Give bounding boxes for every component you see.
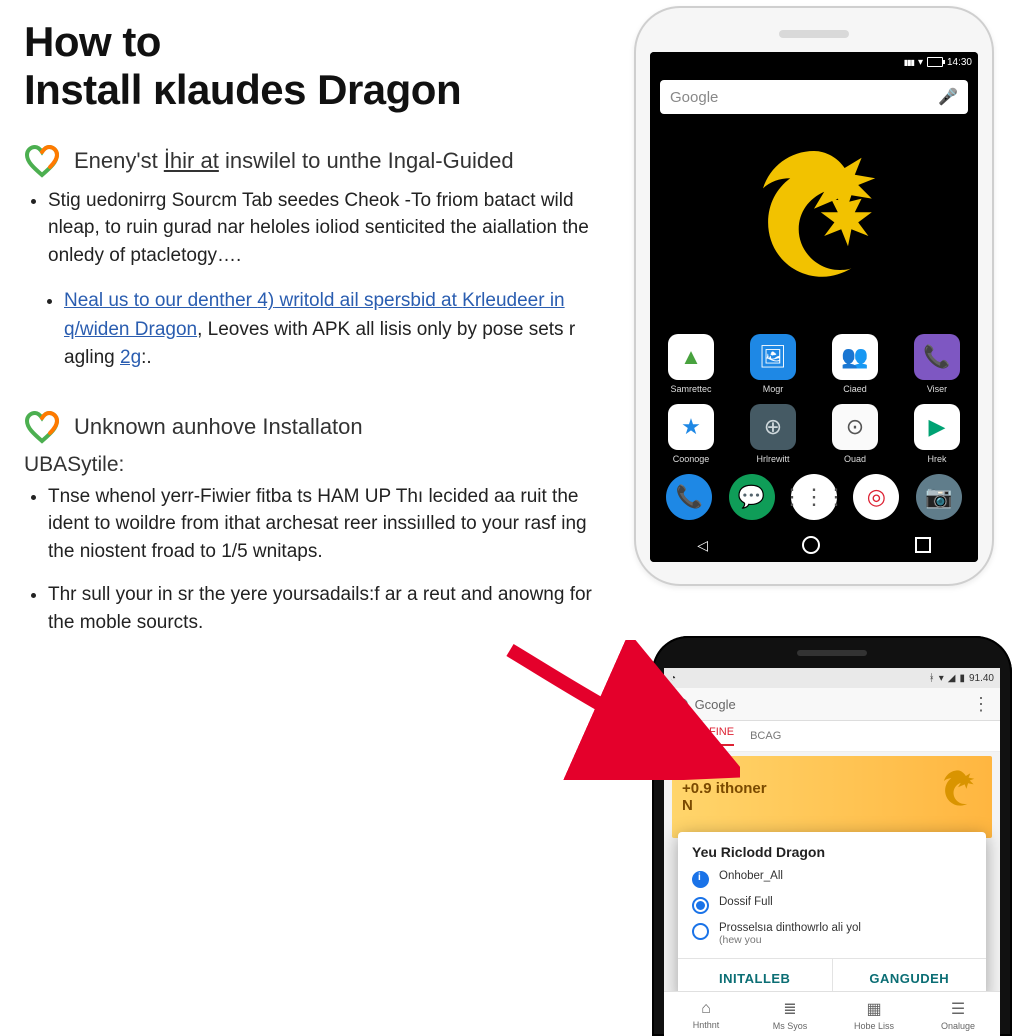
app-icon: ⊕ [750,404,796,450]
kebab-menu-icon[interactable]: ⋮ [972,694,990,715]
status-time: 91.40 [969,673,994,684]
app-shortcut[interactable]: ▶ Hrek [906,404,968,464]
app-shortcut[interactable]: 🖼 Mogr [742,334,804,394]
tray-chrome-icon[interactable]: ◎ [853,474,899,520]
tray-dialer-icon[interactable]: 📞 [666,474,712,520]
app-icon: ★ [668,404,714,450]
mic-icon[interactable]: 🎤 [938,87,958,107]
step2-heading: Unknown aunhove Installaton [74,414,363,440]
app-shortcut[interactable]: 👥 Ciaed [824,334,886,394]
tray-messages-icon[interactable]: 💬 [729,474,775,520]
phone-screen: ▾ 14:30 Google 🎤 ▲ Samrettec 🖼 Mogr 👥 Ciaed 📞 V… [650,52,978,562]
app-shortcut[interactable]: ⊙ Ouad [824,404,886,464]
status-bar: ◔ ᚼ ▾ ◢ ▮ 91.40 [664,668,1000,688]
wifi-icon: ▾ [918,57,923,68]
address-text: Gcogle [695,697,736,712]
app-shortcut[interactable]: ▲ Samrettec [660,334,722,394]
app-icon: 📞 [914,334,960,380]
step1-heading-link[interactable]: İhir at [164,148,219,173]
step2-header: Unknown aunhove Installaton [24,409,604,445]
phone-bottom: ◔ ᚼ ▾ ◢ ▮ 91.40 ◯ Gcogle ⋮ LUOE FINE BCAG… [652,636,1012,1036]
app-shortcut[interactable]: ⊕ Hrlrewitt [742,404,804,464]
app-label: Coonoge [673,454,710,464]
step1-header: Eneny'st İhir at inswilel to unthe Ingal… [24,143,604,179]
status-time: 14:30 [947,57,972,68]
app-icon: ▶ [914,404,960,450]
phone-top: ▾ 14:30 Google 🎤 ▲ Samrettec 🖼 Mogr 👥 Ciaed 📞 V… [634,6,994,586]
signal-icon: ◢ [948,673,956,684]
app-label: Mogr [763,384,784,394]
bluetooth-icon: ᚼ [929,673,935,684]
phone-speaker [797,650,867,656]
bottom-tab-icon: ≣ [783,999,796,1019]
dragon-mini-icon [930,762,986,818]
bottom-tab-label: Onaluge [941,1021,975,1031]
battery-icon: ▮ [959,673,965,684]
signal-icon [904,57,914,68]
bottom-tab[interactable]: ≣ Ms Syos [748,992,832,1036]
dragon-logo [650,114,978,324]
bottom-tab-label: Hnthnt [693,1020,720,1030]
info-icon [692,871,709,888]
step2-sublabel: UBASytile: [24,453,604,477]
dialog-option-1[interactable]: Onhober_All [692,870,972,888]
bottom-tab-icon: ⌂ [701,1000,711,1018]
promo-banner[interactable]: +0.9 ithoner N [672,756,992,838]
app-icon: 🖼 [750,334,796,380]
browser-address-bar[interactable]: ◯ Gcogle ⋮ [664,688,1000,721]
subpoint-link-2[interactable]: 2g [120,347,141,368]
browser-tabs: LUOE FINE BCAG [664,721,1000,752]
install-dialog: Yeu Riclodd Dragon Onhober_All Dossif Fu… [678,832,986,998]
phone-speaker [779,30,849,38]
tab-inactive[interactable]: BCAG [750,730,781,742]
page-title: How to Install ĸlaudes Dragon [24,18,604,115]
heart-icon [24,409,60,445]
step1-body: Stig uedonirrg Sourcm Tab seedes Cheok -… [48,187,604,270]
app-label: Hrlrewitt [757,454,790,464]
app-icon: ⊙ [832,404,878,450]
step1-subpoint: Neal us to our denther 4) writold ail sp… [64,287,604,373]
app-label: Ouad [844,454,866,464]
bottom-tab[interactable]: ☰ Onaluge [916,992,1000,1036]
step2-body2: Thr sull your in sr the yere yoursadails… [48,581,604,636]
app-shortcut[interactable]: 📞 Viser [906,334,968,394]
app-label: Hrek [927,454,946,464]
nav-home-icon[interactable] [802,536,820,554]
search-placeholder: Google [670,89,718,106]
step1-heading: Eneny'st İhir at inswilel to unthe Ingal… [74,148,514,174]
app-label: Samrettec [670,384,711,394]
nav-recent-icon[interactable] [915,537,931,553]
app-shortcut[interactable]: ★ Coonoge [660,404,722,464]
bottom-tab-icon: ▦ [866,999,881,1019]
battery-icon [927,57,943,67]
phone-screen: ◔ ᚼ ▾ ◢ ▮ 91.40 ◯ Gcogle ⋮ LUOE FINE BCAG… [664,668,1000,1036]
radio-selected-icon [692,897,709,914]
dialog-option-3[interactable]: Prosselsıa dinthowrlo ali yol(hew you [692,922,972,946]
app-icon: ▲ [668,334,714,380]
tray-apps-icon[interactable]: ⋮⋮⋮ [791,474,837,520]
bottom-tab-label: Ms Syos [773,1021,808,1031]
bottom-tab-icon: ☰ [951,999,965,1019]
app-label: Ciaed [843,384,867,394]
app-label: Viser [927,384,947,394]
dialog-title: Yeu Riclodd Dragon [692,844,972,860]
bottom-tab[interactable]: ▦ Hobe Liss [832,992,916,1036]
step2-body1: Tnse whenol yerr-Fiwier fitba ts HAM UP … [48,483,604,566]
dialog-option-2[interactable]: Dossif Full [692,896,972,914]
site-icon: ◯ [674,696,689,712]
bottom-tab[interactable]: ⌂ Hnthnt [664,992,748,1036]
tab-active[interactable]: LUOE FINE [676,726,734,746]
nav-back-icon[interactable]: ◁ [697,537,708,554]
stopwatch-icon: ◔ [670,673,676,684]
bottom-tab-label: Hobe Liss [854,1021,894,1031]
wifi-icon: ▾ [939,673,944,684]
status-bar: ▾ 14:30 [650,52,978,72]
tray-camera-icon[interactable]: 📷 [916,474,962,520]
radio-empty-icon [692,923,709,940]
app-icon: 👥 [832,334,878,380]
heart-icon [24,143,60,179]
google-search-bar[interactable]: Google 🎤 [660,80,968,114]
android-nav-bar: ◁ [650,528,978,562]
